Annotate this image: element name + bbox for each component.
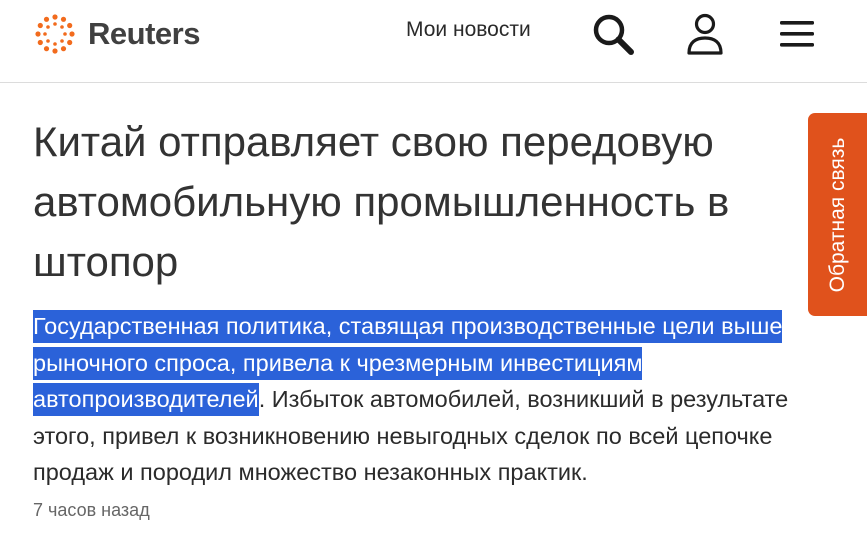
search-icon [593,14,634,55]
main-menu-button[interactable] [773,10,821,58]
reuters-logo-link[interactable]: Reuters [30,12,200,54]
user-icon [687,13,723,55]
feedback-tab-button[interactable]: Обратная связь [808,113,867,316]
feedback-label: Обратная связь [825,137,849,292]
account-button[interactable] [681,10,729,58]
article-summary: Государственная политика, ставящая произ… [33,308,823,491]
logo-wordmark: Reuters [88,15,200,51]
reuters-logo-icon [35,14,75,54]
search-button[interactable] [589,10,637,58]
article-headline[interactable]: Китай отправляет свою передовую автомоби… [33,112,803,292]
my-news-link[interactable]: Мои новости [406,16,531,44]
hamburger-menu-icon [780,21,814,47]
article-timestamp: 7 часов назад [33,500,150,520]
site-header: Reuters Мои новости [0,0,867,83]
